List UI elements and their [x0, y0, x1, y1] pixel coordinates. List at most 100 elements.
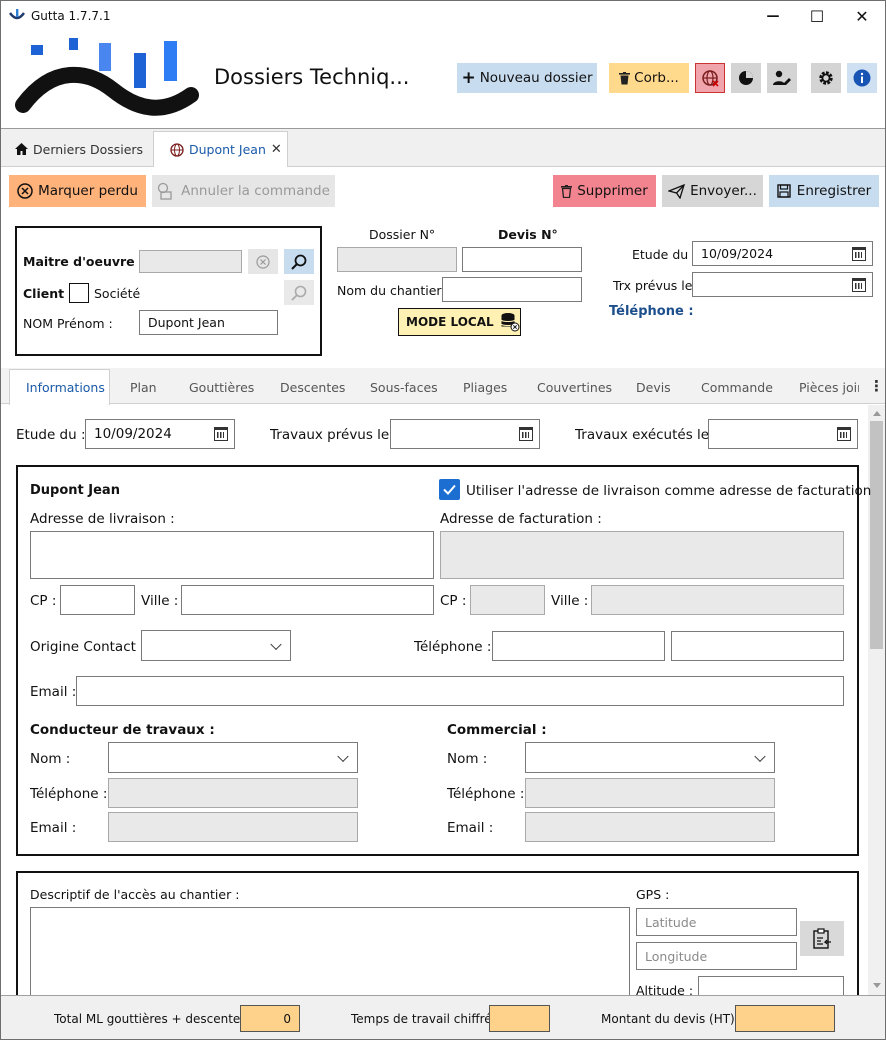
conducteur-nom-label: Nom : [30, 751, 71, 767]
chantier-name-input[interactable] [442, 277, 582, 302]
temps-label: Temps de travail chiffré : [351, 1012, 500, 1026]
commercial-heading: Commercial : [447, 722, 547, 738]
trash-icon [561, 184, 573, 198]
tab-pliages[interactable]: Pliages [463, 380, 507, 395]
gps-label: GPS : [636, 887, 670, 902]
tab-commande[interactable]: Commande [701, 380, 773, 395]
mode-local-label: MODE LOCAL [406, 315, 494, 329]
email-label: Email : [30, 684, 77, 700]
travaux-prevus-label: Travaux prévus le : [270, 427, 399, 443]
maitre-oeuvre-input[interactable] [139, 250, 242, 273]
calendar-icon[interactable] [519, 427, 533, 441]
trx-prevus-label: Trx prévus le : [613, 278, 701, 293]
info-button[interactable] [847, 63, 877, 93]
scrollbar-thumb[interactable] [870, 421, 883, 649]
etude-date[interactable]: 10/09/2024 [85, 419, 235, 449]
tab-sous-faces[interactable]: Sous-faces [370, 380, 438, 395]
minimize-button[interactable]: — [750, 1, 796, 31]
email-input[interactable] [76, 676, 844, 706]
maximize-button[interactable]: ☐ [794, 1, 840, 31]
send-button[interactable]: Envoyer... [662, 175, 763, 207]
acces-description-input[interactable] [30, 907, 630, 1007]
conducteur-email-label: Email : [30, 820, 77, 836]
trash-button[interactable]: Corb... [609, 63, 689, 93]
commercial-nom-select[interactable] [525, 742, 775, 773]
ville-livraison-input[interactable] [181, 585, 434, 615]
delete-button[interactable]: Supprimer [553, 175, 656, 207]
longitude-placeholder: Longitude [645, 948, 708, 964]
tab-plan[interactable]: Plan [130, 380, 157, 395]
search-maitre-button[interactable] [284, 249, 314, 274]
etude-top-date[interactable]: 10/09/2024 [692, 241, 873, 266]
facturation-address-input[interactable] [440, 531, 844, 579]
cp-facturation-input[interactable] [470, 585, 545, 615]
search-icon [291, 285, 307, 301]
tab-dupont-jean[interactable]: Dupont Jean ✕ [153, 131, 288, 167]
societe-checkbox[interactable] [69, 283, 89, 303]
commercial-telephone-input[interactable] [525, 778, 775, 808]
gutta-logo [15, 38, 199, 116]
same-address-checkbox[interactable] [439, 479, 460, 500]
travaux-prevus-date[interactable] [390, 419, 540, 449]
gear-icon [819, 71, 833, 85]
travaux-executes-date[interactable] [708, 419, 858, 449]
page-title: Dossiers Techniq... [214, 65, 410, 89]
save-label: Enregistrer [796, 183, 872, 199]
telephone-top-label: Téléphone : [609, 304, 694, 319]
user-edit-icon [773, 70, 791, 85]
tab-pieces-jointes[interactable]: Pièces joint [799, 380, 859, 395]
total-ml-label: Total ML gouttières + descentes : [54, 1012, 255, 1026]
cp-livraison-label: CP : [30, 593, 57, 609]
title-bar: Gutta 1.7.7.1 — ☐ ✕ [1, 1, 885, 31]
nom-prenom-input[interactable]: Dupont Jean [139, 310, 278, 335]
close-button[interactable]: ✕ [839, 1, 885, 31]
scroll-down-arrow[interactable] [873, 983, 881, 988]
latitude-placeholder: Latitude [645, 914, 697, 930]
search-client-button[interactable] [284, 280, 314, 305]
tab-recent-folders[interactable]: Derniers Dossiers [15, 138, 143, 160]
trx-prevus-date[interactable] [692, 272, 873, 297]
tab-descentes[interactable]: Descentes [280, 380, 345, 395]
conducteur-nom-select[interactable] [108, 742, 358, 773]
offline-globe-button[interactable] [695, 63, 725, 93]
latitude-input[interactable]: Latitude [636, 908, 797, 936]
devis-number-label: Devis N° [498, 227, 558, 242]
conducteur-telephone-input[interactable] [108, 778, 358, 808]
telephone-input-1[interactable] [492, 631, 665, 661]
calendar-icon[interactable] [837, 427, 851, 441]
tab-couvertines[interactable]: Couvertines [537, 380, 612, 395]
devis-number-input[interactable] [462, 247, 582, 272]
tab-gouttieres[interactable]: Gouttières [189, 380, 254, 395]
conducteur-telephone-label: Téléphone : [30, 786, 108, 802]
commercial-email-input[interactable] [525, 812, 775, 842]
longitude-input[interactable]: Longitude [636, 942, 797, 970]
livraison-address-input[interactable] [30, 531, 434, 579]
ville-facturation-input[interactable] [591, 585, 844, 615]
database-offline-icon [500, 313, 520, 332]
calendar-icon[interactable] [852, 246, 866, 261]
cp-livraison-input[interactable] [60, 585, 135, 615]
conducteur-email-input[interactable] [108, 812, 358, 842]
new-folder-button[interactable]: + Nouveau dossier [457, 63, 597, 93]
delete-label: Supprimer [577, 183, 648, 199]
users-button[interactable] [767, 63, 797, 93]
window-title: Gutta 1.7.7.1 [31, 9, 111, 23]
scroll-up-arrow[interactable] [873, 411, 881, 416]
stats-button[interactable] [731, 63, 761, 93]
clear-maitre-button[interactable] [248, 249, 278, 274]
telephone-input-2[interactable] [671, 631, 844, 661]
more-tabs-icon[interactable]: ⋮ [869, 377, 884, 395]
close-tab-icon[interactable]: ✕ [271, 142, 282, 157]
calendar-icon[interactable] [852, 277, 866, 292]
origine-contact-select[interactable] [141, 630, 291, 661]
tab-devis[interactable]: Devis [636, 380, 671, 395]
save-button[interactable]: Enregistrer [769, 175, 879, 207]
chevron-down-icon [270, 638, 282, 650]
paste-gps-button[interactable] [800, 921, 844, 956]
dossier-number-input[interactable] [337, 247, 457, 272]
chantier-name-label: Nom du chantier : [337, 283, 450, 298]
cancel-order-button[interactable]: Annuler la commande [152, 175, 335, 207]
mark-lost-button[interactable]: Marquer perdu [9, 175, 146, 207]
settings-button[interactable] [811, 63, 841, 93]
calendar-icon[interactable] [214, 427, 228, 441]
